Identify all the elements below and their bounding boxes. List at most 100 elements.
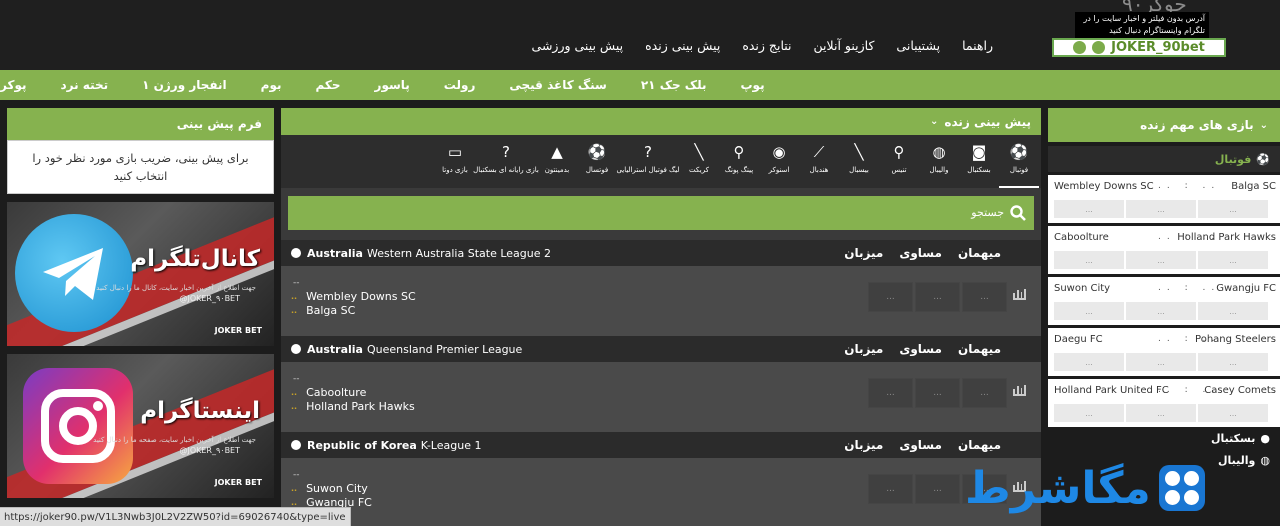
sport-tab[interactable]: ▲ بدمینتون: [537, 135, 577, 188]
odd-draw[interactable]: ...: [915, 474, 960, 504]
odd-button[interactable]: ...: [1126, 404, 1196, 422]
odd-button[interactable]: ...: [1054, 353, 1124, 371]
match-row[interactable]: --.. Suwon City.. Gwangju FC.........: [281, 458, 1041, 526]
nav-sports-betting[interactable]: پیش بینی ورزشی: [532, 38, 624, 53]
sport-tab[interactable]: ⟋ هندبال: [799, 135, 839, 188]
banner-subtitle: جهت اطلاع از آخرین اخبار سایت، صفحه ما ر…: [93, 436, 256, 444]
ping-pong-icon: ⚲: [733, 143, 745, 161]
sport-tab-label: فوتسال: [585, 166, 609, 174]
casino-backgammon[interactable]: تخته نرد: [60, 78, 108, 92]
casino-boom[interactable]: بوم: [261, 78, 282, 92]
sport-tab[interactable]: ⚽ فوتبال: [999, 135, 1039, 188]
odd-button[interactable]: ...: [1126, 302, 1196, 320]
nav-live-results[interactable]: نتایج زنده: [742, 38, 791, 53]
nav-online-casino[interactable]: کازینو آنلاین: [814, 38, 875, 53]
odds-group: .........: [1054, 251, 1268, 269]
away-team-name: Gwangju FC: [1216, 283, 1276, 294]
league-country: Australia: [307, 246, 363, 260]
stats-chart-icon[interactable]: [1013, 289, 1026, 300]
sport-tab[interactable]: ⚲ تنیس: [879, 135, 919, 188]
odd-draw[interactable]: ...: [915, 378, 960, 408]
casino-blackjack[interactable]: بلک جک ۲۱: [641, 78, 707, 92]
home-team-name: Wembley Downs SC: [1054, 181, 1154, 192]
chevron-down-icon: ⌄: [1259, 119, 1268, 131]
sport-tab[interactable]: ╲ بیسبال: [839, 135, 879, 188]
sport-tab[interactable]: ◉ اسنوکر: [759, 135, 799, 188]
telegram-banner[interactable]: کانال‌تلگرام جهت اطلاع از آخرین اخبار سا…: [7, 202, 274, 346]
chevron-down-icon: ⌄: [930, 116, 939, 127]
match-score: --: [293, 374, 300, 384]
league-country: Australia: [307, 342, 363, 356]
casino-rock-paper-scissors[interactable]: سنگ کاغذ قیچی: [509, 78, 607, 92]
casino-pop[interactable]: پوپ: [741, 78, 765, 92]
match-row[interactable]: --.. Wembley Downs SC.. Balga SC.........: [281, 266, 1041, 336]
odd-away[interactable]: ...: [868, 474, 913, 504]
important-live-title: بازی های مهم زنده: [1140, 118, 1254, 132]
sport-tab[interactable]: ? بازی رایانه ای بسکتبال: [473, 135, 539, 188]
sport-tab[interactable]: ? لیگ فوتبال استرالیایی: [616, 135, 679, 188]
league-name: Western Australia State League 2: [366, 246, 552, 260]
casino-nav: پوکر تخته نرد انفجار ورژن ۱ بوم حکم پاسو…: [0, 70, 1280, 100]
important-match[interactable]: Caboolture.. : .. Holland Park Hawks.....…: [1048, 226, 1280, 274]
sport-tab[interactable]: ╲ کریکت: [679, 135, 719, 188]
odd-away[interactable]: ...: [868, 378, 913, 408]
home-team-name: Holland Park United FC: [1054, 385, 1169, 396]
main-nav: پیش بینی ورزشی پیش بینی زنده نتایج زنده …: [532, 38, 993, 53]
casino-crash-v1[interactable]: انفجار ورژن ۱: [142, 78, 227, 92]
instagram-banner[interactable]: اینستاگرام جهت اطلاع از آخرین اخبار سایت…: [7, 354, 274, 498]
casino-poker[interactable]: پوکر: [0, 78, 26, 92]
home-team-name: Caboolture: [306, 386, 367, 399]
home-team-name: Wembley Downs SC: [306, 290, 416, 303]
odd-draw[interactable]: ...: [915, 282, 960, 312]
odd-button[interactable]: ...: [1054, 251, 1124, 269]
volleyball-icon: ◍: [1260, 453, 1270, 467]
sport-tab[interactable]: ⚽ فوتسال: [577, 135, 617, 188]
nav-support[interactable]: پشتیبانی: [896, 38, 940, 53]
league-name: Queensland Premier League: [366, 342, 523, 356]
odd-button[interactable]: ...: [1198, 404, 1268, 422]
live-betting-header[interactable]: ⌄ پیش بینی زنده: [281, 108, 1041, 135]
stats-chart-icon[interactable]: [1013, 385, 1026, 396]
odd-button[interactable]: ...: [1054, 302, 1124, 320]
match-row[interactable]: --.. Caboolture.. Holland Park Hawks......…: [281, 362, 1041, 432]
odd-button[interactable]: ...: [1198, 353, 1268, 371]
odd-home[interactable]: ...: [962, 282, 1007, 312]
league-name: K-League 1: [420, 438, 482, 452]
soccer-ball-icon: [291, 344, 301, 354]
odd-button[interactable]: ...: [1126, 200, 1196, 218]
odd-away[interactable]: ...: [868, 282, 913, 312]
casino-hokm[interactable]: حکم: [315, 78, 340, 92]
important-match[interactable]: Daegu FC.. : .. Pohang Steelers.........: [1048, 328, 1280, 376]
match-score: --: [293, 470, 300, 480]
important-match[interactable]: Wembley Downs SC .. : .. Balga SC.........: [1048, 175, 1280, 223]
sport-tab[interactable]: ▭ بازی دوتا: [435, 135, 475, 188]
home-team: .. Caboolture: [291, 386, 366, 399]
aussie-rules-icon: ?: [644, 143, 652, 161]
odd-button[interactable]: ...: [1054, 200, 1124, 218]
sport-tab[interactable]: ⚲ پینگ پونگ: [719, 135, 759, 188]
away-team: .. Balga SC: [291, 304, 355, 317]
score-placeholder: ..: [291, 402, 298, 411]
sport-category-soccer[interactable]: فوتبال ⚽: [1048, 146, 1280, 172]
site-logo[interactable]: جوکر۹۰ آدرس بدون فیلتر و اخبار سایت را د…: [1050, 0, 1228, 60]
sport-tab[interactable]: ◍ والیبال: [919, 135, 959, 188]
casino-pasur[interactable]: پاسور: [375, 78, 410, 92]
odd-button[interactable]: ...: [1198, 200, 1268, 218]
search-icon[interactable]: [1010, 205, 1026, 221]
odd-button[interactable]: ...: [1198, 302, 1268, 320]
important-live-header[interactable]: بازی های مهم زنده ⌄: [1048, 108, 1280, 142]
important-match[interactable]: Suwon City .. : .. Gwangju FC.........: [1048, 277, 1280, 325]
sport-category-basketball[interactable]: بسکتبال ●: [1048, 427, 1280, 449]
nav-help[interactable]: راهنما: [962, 38, 993, 53]
nav-live-betting[interactable]: پیش بینی زنده: [645, 38, 720, 53]
search-input[interactable]: [804, 207, 1004, 219]
odd-button[interactable]: ...: [1054, 404, 1124, 422]
instagram-icon: [23, 368, 133, 484]
important-match[interactable]: Holland Park United FC.. : .. Casey Comet…: [1048, 379, 1280, 427]
odd-home[interactable]: ...: [962, 378, 1007, 408]
sport-tab[interactable]: ◙ بسکتبال: [959, 135, 999, 188]
casino-roulette[interactable]: رولت: [444, 78, 476, 92]
odd-button[interactable]: ...: [1126, 251, 1196, 269]
odd-button[interactable]: ...: [1198, 251, 1268, 269]
odd-button[interactable]: ...: [1126, 353, 1196, 371]
